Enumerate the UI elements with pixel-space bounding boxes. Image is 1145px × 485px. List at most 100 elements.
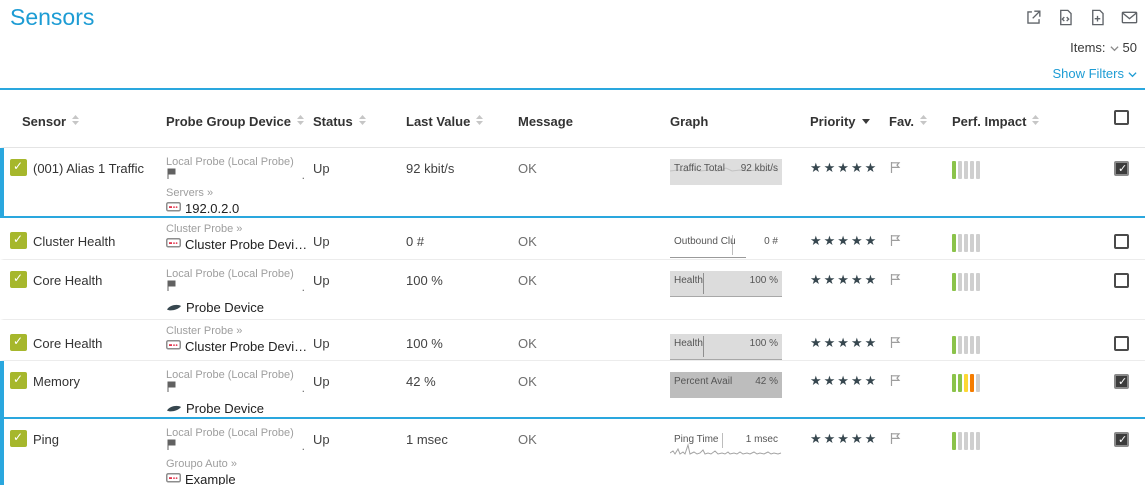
- probe-name[interactable]: Local Probe (Local Probe): [166, 156, 307, 168]
- probe-name[interactable]: Local Probe (Local Probe): [166, 369, 307, 381]
- sensor-ok-icon: [10, 159, 27, 176]
- priority-stars[interactable]: ★★★★★: [810, 418, 889, 485]
- sensor-link[interactable]: Core Health: [4, 260, 166, 319]
- toolbar: [1024, 8, 1139, 27]
- row-checkbox[interactable]: [1114, 336, 1129, 351]
- graph-label: Ping Time: [674, 434, 718, 445]
- favorite-flag-icon[interactable]: [889, 361, 952, 417]
- probe-flag-icon: [166, 381, 177, 395]
- column-header-probe-group-device[interactable]: Probe Group Device: [166, 90, 313, 147]
- graph-label: Outbound Clu: [674, 236, 736, 247]
- message-value: OK: [518, 260, 670, 319]
- device-link[interactable]: 192.0.2.0: [166, 201, 307, 216]
- group-link[interactable]: Groupo Auto »: [166, 458, 307, 471]
- row-checkbox[interactable]: [1114, 234, 1129, 249]
- sensor-link[interactable]: Memory: [4, 361, 166, 417]
- mini-graph[interactable]: Health 100 %: [670, 334, 782, 360]
- device-link[interactable]: Example: [166, 472, 307, 485]
- xml-export-icon[interactable]: [1056, 8, 1075, 27]
- sensor-name: Cluster Health: [33, 234, 115, 249]
- table-row: Cluster Health Cluster Probe » Cluster P…: [0, 218, 1145, 260]
- sensor-link[interactable]: Cluster Health: [4, 218, 166, 259]
- last-value: 42 %: [406, 361, 518, 417]
- status-value: Up: [313, 419, 406, 485]
- probe-dot: .: [302, 168, 305, 182]
- mini-graph[interactable]: Health 100 %: [670, 271, 782, 297]
- favorite-flag-icon[interactable]: [889, 218, 952, 259]
- add-report-icon[interactable]: [1088, 8, 1107, 27]
- probe-name[interactable]: Local Probe (Local Probe): [166, 268, 307, 280]
- sensor-ok-icon: [10, 271, 27, 288]
- priority-stars[interactable]: ★★★★★: [810, 217, 889, 259]
- sensor-link[interactable]: Core Health: [4, 320, 166, 360]
- perf-impact-bars: [952, 432, 1114, 450]
- last-value: 92 kbit/s: [406, 148, 518, 216]
- open-external-icon[interactable]: [1024, 8, 1043, 27]
- graph-label: Health: [674, 275, 703, 286]
- items-value: 50: [1123, 40, 1137, 55]
- graph-label: Percent Avail: [674, 376, 732, 387]
- perf-impact-bars: [952, 336, 1114, 354]
- last-value: 100 %: [406, 320, 518, 360]
- row-checkbox[interactable]: [1114, 374, 1129, 389]
- row-checkbox[interactable]: [1114, 161, 1129, 176]
- column-header-message[interactable]: Message: [518, 90, 670, 147]
- sort-icon: [1031, 114, 1040, 126]
- graph-value: 1 msec: [746, 434, 778, 445]
- sort-icon: [919, 114, 928, 126]
- column-header-status[interactable]: Status: [313, 90, 406, 147]
- column-header-fav[interactable]: Fav.: [889, 90, 952, 147]
- sensor-ok-icon: [10, 334, 27, 351]
- favorite-flag-icon[interactable]: [889, 419, 952, 485]
- favorite-flag-icon[interactable]: [889, 320, 952, 360]
- show-filters-toggle[interactable]: Show Filters: [1052, 66, 1137, 81]
- favorite-flag-icon[interactable]: [889, 260, 952, 319]
- row-checkbox[interactable]: [1114, 273, 1129, 288]
- probe-group-device-cell: Local Probe (Local Probe) . Servers » 19…: [166, 148, 313, 216]
- device-link[interactable]: Probe Device: [166, 401, 307, 416]
- graph-value: 100 %: [750, 338, 778, 349]
- sort-icon: [358, 114, 367, 126]
- sensor-link[interactable]: (001) Alias 1 Traffic: [4, 148, 166, 216]
- sensor-name: Core Health: [33, 273, 102, 288]
- perf-impact-bars: [952, 374, 1114, 392]
- group-link[interactable]: Cluster Probe »: [166, 325, 307, 338]
- probe-name[interactable]: Local Probe (Local Probe): [166, 427, 307, 439]
- items-count-dropdown[interactable]: Items: 50: [1070, 40, 1137, 55]
- mini-graph[interactable]: Ping Time 1 msec: [670, 430, 782, 456]
- priority-stars[interactable]: ★★★★★: [810, 360, 889, 417]
- mini-graph[interactable]: Percent Avail 42 %: [670, 372, 782, 398]
- row-checkbox[interactable]: [1114, 432, 1129, 447]
- email-icon[interactable]: [1120, 8, 1139, 27]
- device-link[interactable]: Probe Device: [166, 300, 307, 315]
- priority-stars[interactable]: ★★★★★: [810, 319, 889, 360]
- graph-value: 42 %: [755, 376, 778, 387]
- group-link[interactable]: Cluster Probe »: [166, 223, 307, 236]
- column-header-sensor[interactable]: Sensor: [4, 90, 166, 147]
- column-header-priority[interactable]: Priority: [810, 90, 889, 147]
- device-link[interactable]: Cluster Probe Devi…: [166, 339, 307, 354]
- status-value: Up: [313, 148, 406, 216]
- device-icon: [166, 201, 181, 216]
- table-row: Core Health Cluster Probe » Cluster Prob…: [0, 320, 1145, 361]
- probe-flag-icon: [166, 168, 177, 182]
- favorite-flag-icon[interactable]: [889, 148, 952, 216]
- mini-graph[interactable]: Traffic Total 92 kbit/s: [670, 159, 782, 185]
- group-link[interactable]: Servers »: [166, 187, 307, 200]
- mini-graph[interactable]: Outbound Clu 0 #: [670, 232, 782, 258]
- message-value: OK: [518, 361, 670, 417]
- device-link[interactable]: Cluster Probe Devi…: [166, 237, 307, 252]
- sensor-link[interactable]: Ping: [4, 419, 166, 485]
- sensor-name: Memory: [33, 374, 80, 389]
- message-value: OK: [518, 419, 670, 485]
- sensor-name: Ping: [33, 432, 59, 447]
- page-title: Sensors: [10, 4, 94, 31]
- priority-stars[interactable]: ★★★★★: [810, 259, 889, 319]
- column-header-perf-impact[interactable]: Perf. Impact: [952, 90, 1114, 147]
- sensor-ok-icon: [10, 372, 27, 389]
- column-header-last-value[interactable]: Last Value: [406, 90, 518, 147]
- select-all-checkbox[interactable]: [1114, 110, 1129, 125]
- perf-impact-bars: [952, 234, 1114, 252]
- priority-stars[interactable]: ★★★★★: [810, 147, 889, 216]
- probe-group-device-cell: Local Probe (Local Probe) . Probe Device: [166, 260, 313, 319]
